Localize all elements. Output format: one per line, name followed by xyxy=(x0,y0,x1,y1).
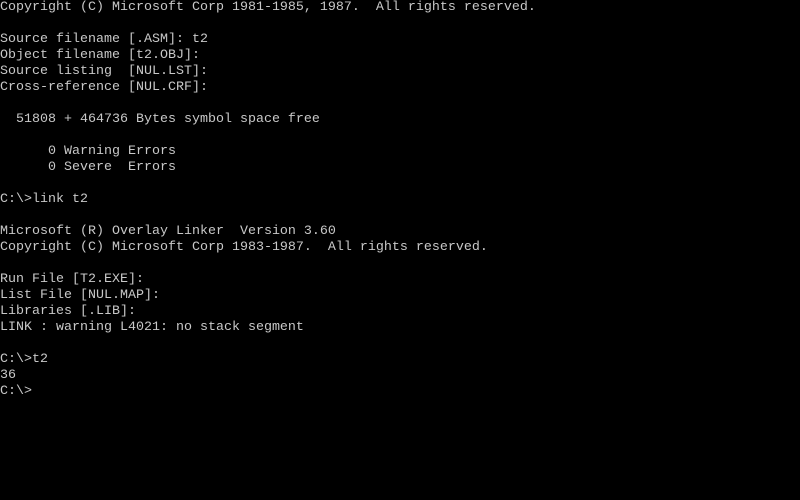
command-prompt[interactable]: C:\> xyxy=(0,384,800,400)
dos-terminal[interactable]: Copyright (C) Microsoft Corp 1981-1985, … xyxy=(0,0,800,500)
terminal-line: LINK : warning L4021: no stack segment xyxy=(0,320,304,335)
terminal-line: 36 xyxy=(0,368,16,383)
terminal-line: 0 Warning Errors xyxy=(0,144,176,159)
terminal-line: Source listing [NUL.LST]: xyxy=(0,64,208,79)
terminal-line: Copyright (C) Microsoft Corp 1983-1987. … xyxy=(0,240,488,255)
terminal-line: Run File [T2.EXE]: xyxy=(0,272,144,287)
terminal-line: Object filename [t2.OBJ]: xyxy=(0,48,200,63)
terminal-line: 51808 + 464736 Bytes symbol space free xyxy=(0,112,320,127)
terminal-line: Source filename [.ASM]: t2 xyxy=(0,32,208,47)
terminal-line: C:\>link t2 xyxy=(0,192,88,207)
terminal-line: Cross-reference [NUL.CRF]: xyxy=(0,80,208,95)
terminal-line: List File [NUL.MAP]: xyxy=(0,288,160,303)
terminal-line: Microsoft (R) Overlay Linker Version 3.6… xyxy=(0,224,336,239)
terminal-line: 0 Severe Errors xyxy=(0,160,176,175)
terminal-line: C:\>t2 xyxy=(0,352,48,367)
terminal-line: Libraries [.LIB]: xyxy=(0,304,136,319)
terminal-line: Copyright (C) Microsoft Corp 1981-1985, … xyxy=(0,0,536,15)
